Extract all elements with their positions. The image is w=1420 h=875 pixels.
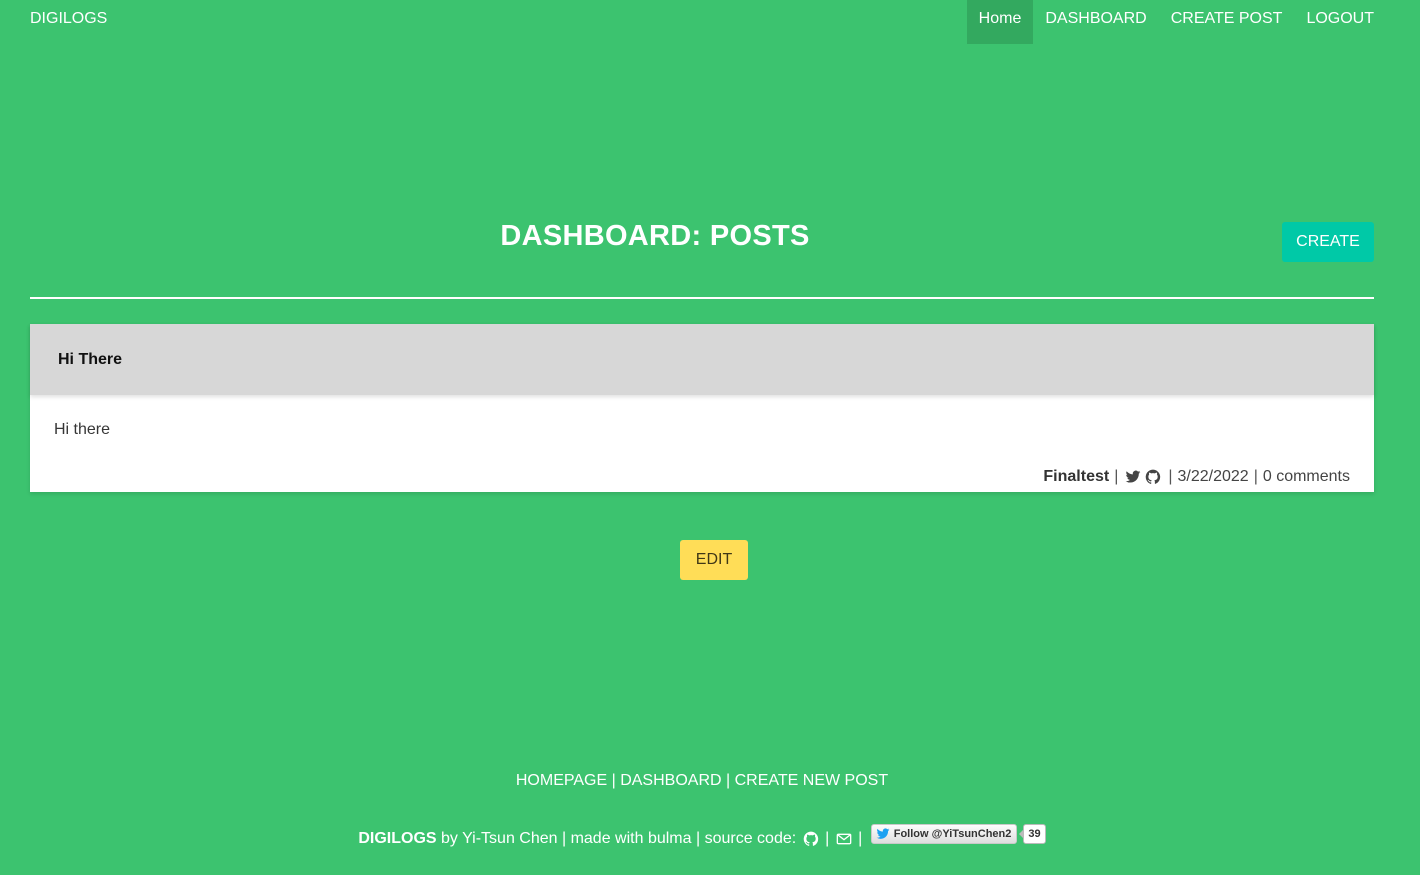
twitter-icon[interactable]: [1125, 469, 1141, 485]
create-button[interactable]: CREATE: [1282, 222, 1374, 262]
footer-link-homepage[interactable]: HOMEPAGE: [516, 772, 607, 789]
separator: |: [1168, 468, 1173, 485]
navbar: DIGILOGS Home DASHBOARD CREATE POST LOGO…: [0, 0, 1420, 44]
footer-brand: DIGILOGS: [358, 830, 437, 847]
nav-menu: Home DASHBOARD CREATE POST LOGOUT: [966, 0, 1386, 44]
brand-logo[interactable]: DIGILOGS: [30, 0, 107, 37]
post-card: Hi There Hi there Finaltest | | 3/22/202…: [30, 324, 1374, 492]
edit-button[interactable]: EDIT: [680, 540, 748, 580]
footer-link-create-new-post[interactable]: CREATE NEW POST: [735, 772, 889, 789]
twitter-follower-count[interactable]: 39: [1019, 824, 1046, 844]
separator: |: [820, 830, 834, 847]
twitter-follow-widget: Follow @YiTsunChen2 39: [870, 824, 1046, 844]
post-body: Hi there Finaltest | | 3/22/2022 | 0 com…: [30, 395, 1374, 492]
github-icon[interactable]: [803, 831, 819, 847]
footer-credit: DIGILOGS by Yi-Tsun Chen | made with bul…: [0, 824, 1404, 848]
post-comments[interactable]: 0 comments: [1263, 468, 1350, 486]
separator: |: [611, 772, 621, 789]
twitter-follow-label: Follow @YiTsunChen2: [893, 828, 1012, 840]
nav-item-home[interactable]: Home: [966, 0, 1034, 44]
post-author: Finaltest: [1043, 468, 1110, 485]
page-title: DASHBOARD: POSTS: [500, 220, 810, 252]
separator: |: [853, 830, 867, 847]
separator: |: [1253, 468, 1258, 485]
post-title[interactable]: Hi There: [30, 324, 1374, 395]
nav-item-dashboard[interactable]: DASHBOARD: [1033, 0, 1158, 44]
post-content: Hi there: [54, 421, 111, 438]
footer-link-dashboard[interactable]: DASHBOARD: [620, 772, 721, 789]
twitter-follow-button[interactable]: Follow @YiTsunChen2: [870, 824, 1018, 844]
nav-item-logout[interactable]: LOGOUT: [1294, 0, 1386, 44]
post-date: 3/22/2022: [1177, 468, 1249, 485]
separator: |: [726, 772, 735, 789]
nav-item-create-post[interactable]: CREATE POST: [1159, 0, 1295, 44]
github-icon[interactable]: [1145, 469, 1161, 485]
divider: [30, 297, 1374, 299]
post-meta: Finaltest | | 3/22/2022 | 0 comments: [1043, 468, 1350, 486]
twitter-icon: [876, 828, 890, 839]
footer-links: HOMEPAGE | DASHBOARD | CREATE NEW POST: [0, 772, 1404, 790]
separator: |: [1114, 468, 1119, 485]
footer-credit-text: by Yi-Tsun Chen | made with bulma | sour…: [436, 830, 801, 847]
envelope-icon[interactable]: [836, 831, 852, 847]
